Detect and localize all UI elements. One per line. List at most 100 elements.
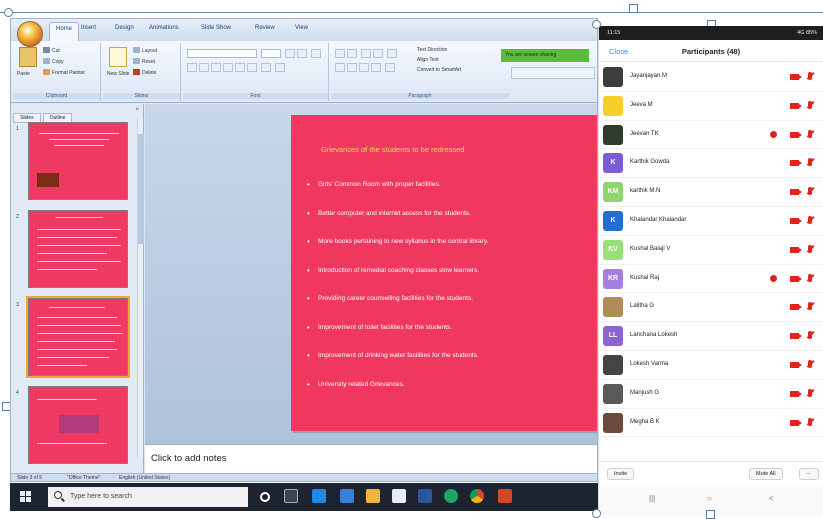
decrease-indent-button[interactable] (361, 49, 371, 58)
underline-button[interactable] (211, 63, 221, 72)
task-view-icon[interactable] (284, 489, 298, 503)
more-button[interactable]: ··· (799, 468, 819, 480)
columns-button[interactable] (385, 63, 395, 72)
align-right-button[interactable] (359, 63, 369, 72)
theme-name: "Office Theme" (67, 475, 101, 481)
slides-scrollbar[interactable] (137, 118, 144, 458)
shrink-font-button[interactable] (297, 49, 307, 58)
font-family-select[interactable] (187, 49, 257, 58)
notes-pane[interactable]: Click to add notes (145, 444, 597, 473)
participant-row[interactable]: KM karthik M.N (599, 178, 823, 207)
video-off-icon (790, 217, 802, 224)
layout-button[interactable]: Layout (133, 47, 157, 54)
close-icon[interactable]: × (135, 107, 139, 113)
resize-handle[interactable] (592, 20, 601, 29)
tab-design[interactable]: Design (115, 25, 134, 31)
windows-start-icon[interactable] (20, 491, 32, 503)
powerpoint-icon[interactable] (498, 489, 512, 503)
justify-button[interactable] (371, 63, 381, 72)
resize-handle[interactable] (4, 8, 13, 17)
reset-button[interactable]: Reset (133, 58, 155, 65)
video-off-icon (790, 160, 802, 167)
participant-row[interactable]: Jayanjayan M (599, 63, 823, 92)
participant-row[interactable]: LL Lanchana Lokesh (599, 322, 823, 351)
participant-row[interactable]: KV Kushal Balaji V (599, 236, 823, 265)
taskbar-search-box[interactable]: Type here to search (48, 487, 248, 507)
participant-row[interactable]: Jeevan TK (599, 121, 823, 150)
file-explorer-icon[interactable] (366, 489, 380, 503)
delete-label: Delete (142, 70, 157, 76)
mail-icon[interactable] (312, 489, 326, 503)
scrollbar-thumb[interactable] (138, 134, 144, 244)
status-bar: Slide 3 of 5 "Office Theme" English (Uni… (11, 473, 597, 481)
photos-icon[interactable] (340, 489, 354, 503)
current-slide[interactable]: Grievances of the students to be redress… (291, 115, 597, 431)
align-text-button[interactable]: Align Text (417, 57, 439, 63)
bullets-button[interactable] (335, 49, 345, 58)
cut-button[interactable]: Cut (43, 47, 60, 54)
participant-row[interactable]: Lalitha G (599, 293, 823, 323)
resize-handle[interactable] (706, 510, 715, 519)
slide-bullet-list[interactable]: Girls' Common Room with proper facilitie… (307, 180, 597, 409)
tab-view[interactable]: View (295, 25, 308, 31)
grow-font-button[interactable] (285, 49, 295, 58)
tab-home[interactable]: Home (49, 22, 80, 41)
office-button[interactable] (17, 21, 43, 47)
increase-indent-button[interactable] (373, 49, 383, 58)
participant-row[interactable]: K Khalandar Khalandar (599, 207, 823, 236)
align-left-button[interactable] (335, 63, 345, 72)
char-spacing-button[interactable] (247, 63, 257, 72)
italic-button[interactable] (199, 63, 209, 72)
recent-apps-icon[interactable]: ||| (649, 494, 655, 503)
participant-row[interactable]: KR Kushal Raj (599, 265, 823, 294)
slide-thumbnail[interactable] (28, 386, 128, 464)
thumb-text-line (37, 261, 121, 262)
clear-format-button[interactable] (311, 49, 321, 58)
chrome-icon[interactable] (470, 489, 484, 503)
mute-all-button[interactable]: Mute All (749, 468, 783, 480)
delete-button[interactable]: Delete (133, 69, 156, 76)
change-case-button[interactable] (261, 63, 271, 72)
participants-list[interactable]: Jayanjayan M Jeeva M Jeevan TK K Karthik Gow… (599, 63, 823, 438)
participant-row[interactable]: K Karthik Gowda (599, 149, 823, 179)
shadow-button[interactable] (235, 63, 245, 72)
line-spacing-button[interactable] (387, 49, 397, 58)
participant-row[interactable]: Megha B K (599, 409, 823, 438)
tab-animations[interactable]: Animations (149, 25, 179, 31)
paste-button[interactable]: Paste (17, 71, 30, 77)
format-painter-button[interactable]: Format Painter (43, 69, 85, 76)
cortana-icon[interactable] (260, 492, 270, 502)
shapes-gallery[interactable] (511, 67, 595, 79)
windows-taskbar: Type here to search (10, 483, 598, 511)
word-icon[interactable] (418, 489, 432, 503)
edge-icon[interactable] (444, 489, 458, 503)
home-icon[interactable]: ○ (707, 494, 712, 503)
new-slide-button[interactable]: New Slide (107, 71, 130, 77)
bold-button[interactable] (187, 63, 197, 72)
back-icon[interactable]: < (769, 494, 774, 503)
resize-handle[interactable] (592, 509, 601, 518)
copy-button[interactable]: Copy (43, 58, 64, 65)
participant-row[interactable]: Jeeva M (599, 92, 823, 121)
slide-thumbnail[interactable] (28, 210, 128, 288)
slide-thumbnail-selected[interactable] (28, 298, 128, 376)
paste-icon[interactable] (19, 47, 37, 67)
tab-slide-show[interactable]: Slide Show (201, 25, 231, 31)
new-slide-icon[interactable] (109, 47, 127, 67)
numbering-button[interactable] (347, 49, 357, 58)
tab-review[interactable]: Review (255, 25, 275, 31)
align-center-button[interactable] (347, 63, 357, 72)
font-color-button[interactable] (275, 63, 285, 72)
tab-insert[interactable]: Insert (81, 25, 96, 31)
participant-row[interactable]: Manjush G (599, 380, 823, 409)
invite-button[interactable]: Invite (607, 468, 635, 480)
participant-row[interactable]: Lokesh Varma (599, 351, 823, 380)
font-size-select[interactable] (261, 49, 281, 58)
strikethrough-button[interactable] (223, 63, 233, 72)
slide-title[interactable]: Grievances of the students to be redress… (321, 145, 464, 154)
store-icon[interactable] (392, 489, 406, 503)
convert-smartart-button[interactable]: Convert to SmartArt (417, 67, 461, 73)
resize-handle[interactable] (629, 4, 638, 13)
text-direction-button[interactable]: Text Direction (417, 47, 447, 53)
slide-thumbnail[interactable] (28, 122, 128, 200)
